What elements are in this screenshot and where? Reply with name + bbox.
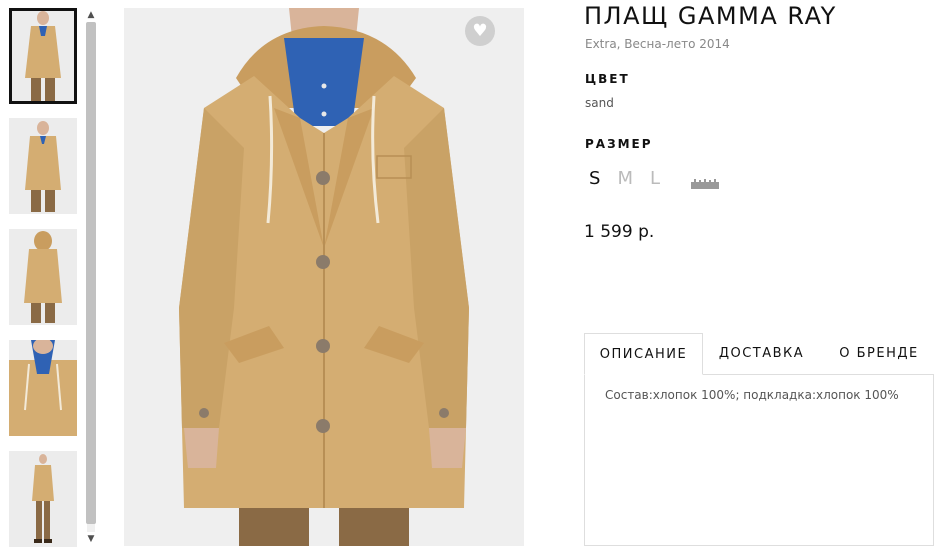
- size-selector: S M L: [589, 168, 719, 189]
- size-label: РАЗМЕР: [585, 137, 653, 151]
- main-product-image: [124, 8, 524, 546]
- chevron-down-icon[interactable]: ▼: [84, 532, 98, 546]
- thumbnail-detail[interactable]: [9, 340, 77, 436]
- scroll-thumb[interactable]: [86, 22, 96, 524]
- thumbnail-back[interactable]: [9, 229, 77, 325]
- size-option-m[interactable]: M: [617, 168, 633, 189]
- heart-icon: ♥: [472, 20, 488, 41]
- tab-delivery[interactable]: ДОСТАВКА: [706, 333, 817, 375]
- ruler-icon[interactable]: [691, 174, 719, 189]
- color-label: ЦВЕТ: [585, 72, 630, 86]
- tab-description[interactable]: ОПИСАНИЕ: [584, 333, 703, 375]
- thumbnail-front-side[interactable]: [9, 118, 77, 214]
- color-value: sand: [585, 96, 614, 110]
- thumbnail-front[interactable]: [9, 8, 77, 104]
- product-tabs: ОПИСАНИЕ ДОСТАВКА О БРЕНДЕ Состав:хлопок…: [584, 333, 939, 547]
- size-option-l[interactable]: L: [650, 168, 660, 189]
- tab-brand[interactable]: О БРЕНДЕ: [824, 333, 934, 375]
- favorite-button[interactable]: ♥: [465, 16, 495, 46]
- description-text: Состав:хлопок 100%; подкладка:хлопок 100…: [605, 388, 899, 402]
- chevron-up-icon[interactable]: ▲: [84, 8, 98, 22]
- product-subtitle: Extra, Весна-лето 2014: [585, 37, 730, 51]
- thumbnail-full-length[interactable]: [9, 451, 77, 547]
- product-price: 1 599 р.: [584, 222, 655, 242]
- size-option-s[interactable]: S: [589, 168, 600, 189]
- product-title: ПЛАЩ GAMMA RAY: [584, 2, 837, 30]
- thumbnail-scrollbar[interactable]: ▲ ▼: [84, 8, 98, 546]
